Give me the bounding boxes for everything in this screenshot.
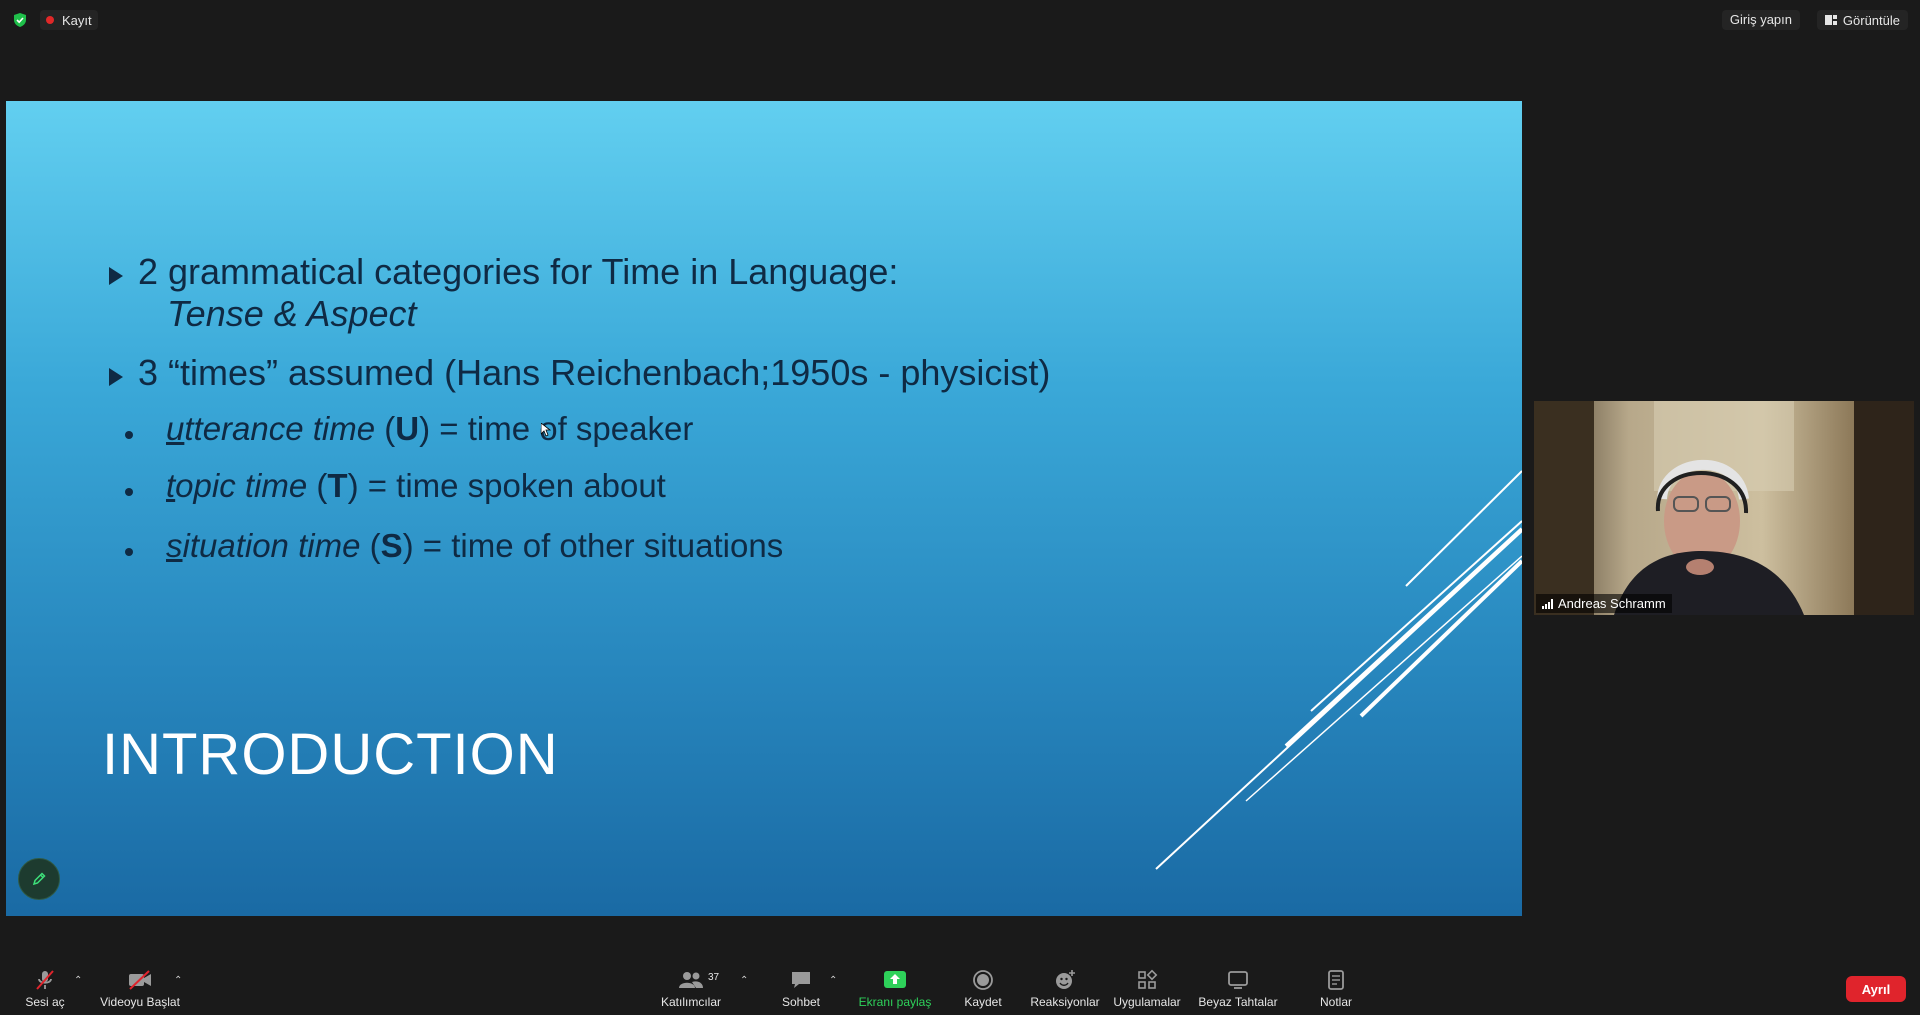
participant-video-tile[interactable]: Andreas Schramm bbox=[1534, 401, 1914, 615]
term-initial: t bbox=[166, 467, 176, 504]
decorative-lines bbox=[1155, 470, 1522, 870]
sub-bullet-dot-icon bbox=[125, 548, 133, 556]
apps-icon bbox=[1136, 969, 1158, 991]
sub-bullet-situation: situation time (S) = time of other situa… bbox=[166, 527, 783, 565]
camera-off-icon bbox=[127, 969, 153, 991]
annotate-pencil-button[interactable] bbox=[18, 858, 60, 900]
participants-options-caret-icon[interactable]: ⌃ bbox=[740, 975, 748, 986]
term-rest: tterance time bbox=[184, 410, 376, 447]
bullet-1-line-2: Tense & Aspect bbox=[167, 293, 417, 334]
term-initial: s bbox=[166, 527, 183, 564]
meeting-toolbar: Sesi aç ⌃ Videoyu Başlat ⌃ Katılımcılar … bbox=[0, 961, 1920, 1015]
notes-icon bbox=[1325, 969, 1347, 991]
notes-button[interactable]: Notlar bbox=[1312, 969, 1360, 1009]
participant-name: Andreas Schramm bbox=[1558, 596, 1666, 611]
view-button[interactable]: Görüntüle bbox=[1816, 10, 1908, 30]
reactions-button[interactable]: Reaksiyonlar bbox=[1030, 969, 1100, 1009]
recording-indicator[interactable]: Kayıt bbox=[40, 10, 98, 30]
whiteboards-label: Beyaz Tahtalar bbox=[1198, 995, 1278, 1009]
chat-button[interactable]: Sohbet bbox=[776, 969, 826, 1009]
start-video-label: Videoyu Başlat bbox=[100, 995, 180, 1009]
sub-bullet-utterance: utterance time (U) = time of speaker bbox=[166, 410, 693, 448]
term-paren-open: ( bbox=[307, 467, 328, 504]
term-definition: ) = time of other situations bbox=[402, 527, 784, 564]
mouse-cursor-icon bbox=[541, 423, 551, 437]
bullet-2: 3 “times” assumed (Hans Reichenbach;1950… bbox=[138, 352, 1051, 393]
microphone-muted-icon bbox=[34, 969, 56, 991]
term-initial: u bbox=[166, 410, 185, 447]
term-rest: ituation time bbox=[182, 527, 361, 564]
apps-label: Uygulamalar bbox=[1113, 995, 1181, 1009]
signin-button[interactable]: Giriş yapın bbox=[1721, 10, 1800, 30]
share-screen-button[interactable]: Ekranı paylaş bbox=[858, 969, 932, 1009]
record-label: Kaydet bbox=[964, 995, 1002, 1009]
pencil-icon bbox=[32, 872, 46, 886]
unmute-button[interactable]: Sesi aç bbox=[22, 969, 68, 1009]
participant-name-tag: Andreas Schramm bbox=[1536, 594, 1672, 613]
leave-meeting-button[interactable]: Ayrıl bbox=[1846, 976, 1906, 1002]
bullet-arrow-icon bbox=[109, 267, 123, 285]
chat-bubble-icon bbox=[790, 969, 812, 991]
sub-bullet-dot-icon bbox=[125, 488, 133, 496]
bullet-arrow-icon bbox=[109, 368, 123, 386]
term-paren-open: ( bbox=[375, 410, 396, 447]
sub-bullet-topic: topic time (T) = time spoken about bbox=[166, 467, 666, 505]
shared-screen-slide: 2 grammatical categories for Time in Lan… bbox=[6, 101, 1522, 916]
start-video-button[interactable]: Videoyu Başlat bbox=[98, 969, 182, 1009]
apps-button[interactable]: Uygulamalar bbox=[1112, 969, 1182, 1009]
unmute-label: Sesi aç bbox=[25, 995, 65, 1009]
term-key: S bbox=[380, 527, 403, 564]
term-paren-open: ( bbox=[360, 527, 381, 564]
view-label: Görüntüle bbox=[1842, 12, 1900, 28]
whiteboard-icon bbox=[1227, 969, 1249, 991]
term-key: U bbox=[395, 410, 420, 447]
slide-title: INTRODUCTION bbox=[102, 722, 559, 787]
signal-strength-icon bbox=[1542, 598, 1553, 609]
participants-label: Katılımcılar bbox=[660, 995, 721, 1009]
record-icon bbox=[972, 969, 994, 991]
participants-count: 37 bbox=[708, 972, 720, 983]
term-definition: ) = time of speaker bbox=[419, 410, 694, 447]
notes-label: Notlar bbox=[1319, 995, 1352, 1009]
recording-label: Kayıt bbox=[62, 12, 92, 28]
view-layout-icon bbox=[1824, 15, 1837, 25]
term-definition: ) = time spoken about bbox=[347, 467, 666, 504]
record-button[interactable]: Kaydet bbox=[958, 969, 1008, 1009]
share-screen-label: Ekranı paylaş bbox=[858, 995, 932, 1009]
bullet-1-line-1: 2 grammatical categories for Time in Lan… bbox=[138, 251, 899, 292]
participant-video-feed bbox=[1534, 401, 1914, 615]
reactions-label: Reaksiyonlar bbox=[1030, 995, 1100, 1009]
top-bar: Kayıt Giriş yapın Görüntüle bbox=[0, 0, 1920, 40]
chat-options-caret-icon[interactable]: ⌃ bbox=[829, 975, 837, 986]
whiteboards-button[interactable]: Beyaz Tahtalar bbox=[1196, 969, 1280, 1009]
security-shield-icon[interactable] bbox=[12, 12, 28, 28]
recording-dot-icon bbox=[46, 16, 54, 24]
term-rest: opic time bbox=[175, 467, 308, 504]
share-screen-icon bbox=[883, 969, 907, 991]
audio-options-caret-icon[interactable]: ⌃ bbox=[74, 975, 82, 986]
sub-bullet-dot-icon bbox=[125, 431, 133, 439]
chat-label: Sohbet bbox=[781, 995, 821, 1009]
participants-icon bbox=[678, 969, 704, 991]
term-key: T bbox=[327, 467, 348, 504]
reactions-smiley-icon bbox=[1054, 969, 1076, 991]
video-options-caret-icon[interactable]: ⌃ bbox=[174, 975, 182, 986]
